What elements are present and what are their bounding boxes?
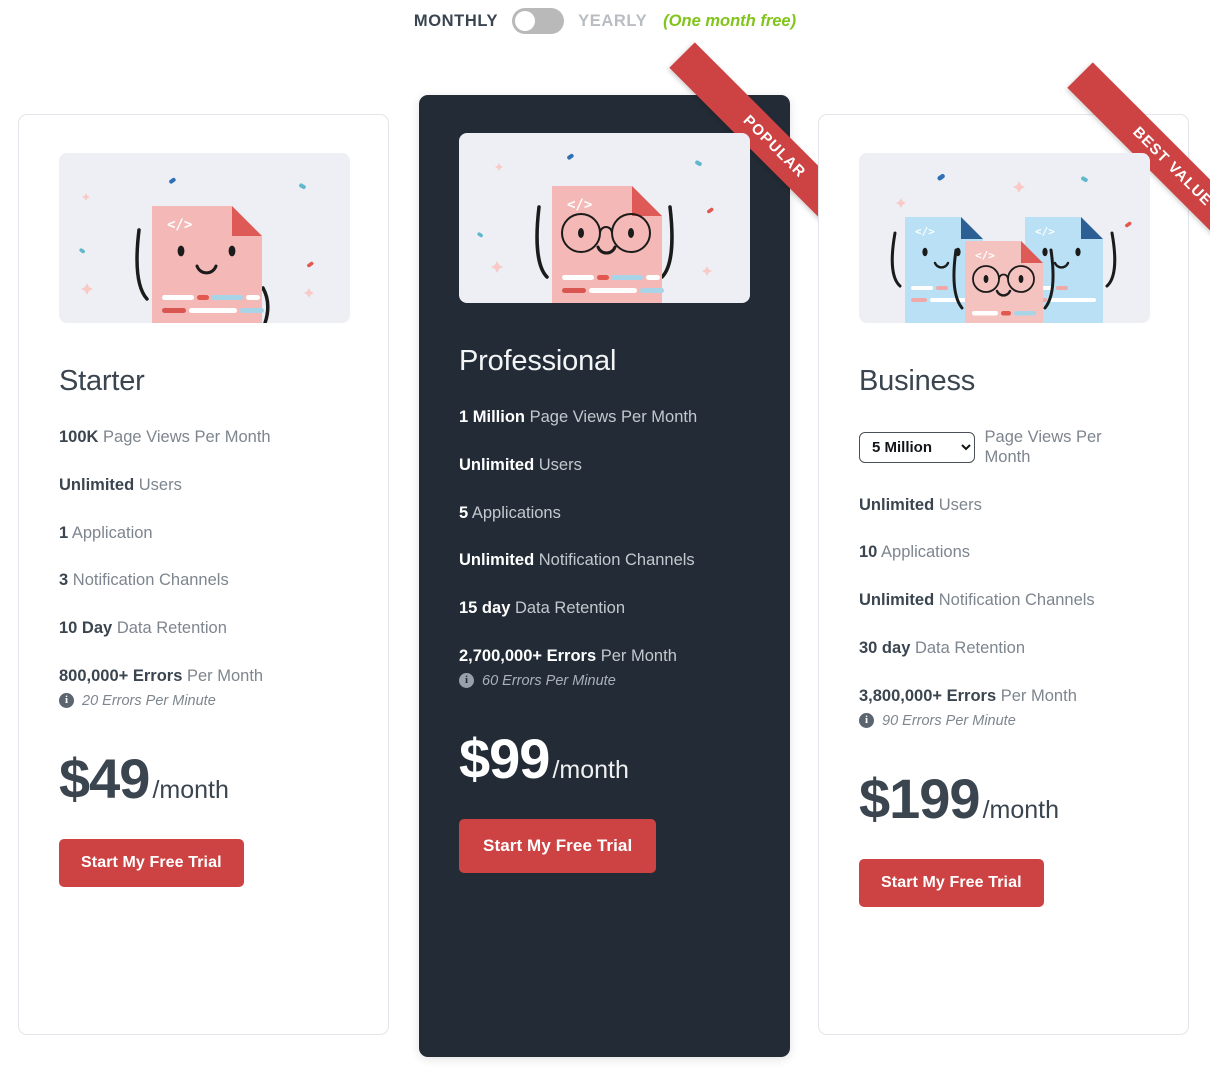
svg-text:</>: </> xyxy=(975,249,995,262)
feature-label: Page Views Per Month xyxy=(529,408,698,426)
feature-applications: 5 Applications xyxy=(459,504,750,524)
feature-label: Data Retention xyxy=(116,619,227,638)
errors-per-minute-note: i 60 Errors Per Minute xyxy=(459,673,750,689)
professional-illustration: </> xyxy=(459,133,750,303)
feature-users: Unlimited Users xyxy=(59,476,348,496)
pricing-card-starter: </> Starter 100K Page Views Per Month Un… xyxy=(18,114,389,1035)
feature-value: 3 xyxy=(59,571,69,590)
feature-value: Unlimited xyxy=(859,495,935,514)
feature-value: 3,800,000+ Errors xyxy=(859,686,997,705)
plan-name-professional: Professional xyxy=(459,345,617,377)
feature-value: 100K xyxy=(59,428,99,446)
feature-errors: 800,000+ Errors Per Month xyxy=(59,667,348,687)
info-icon: i xyxy=(59,693,74,709)
start-free-trial-button[interactable]: Start My Free Trial xyxy=(859,858,1044,907)
feature-label: Applications xyxy=(471,503,561,522)
svg-text:</>: </> xyxy=(167,217,192,233)
feature-value: 1 Million xyxy=(459,408,525,426)
feature-label: Per Month xyxy=(1000,686,1077,705)
feature-page-views: 100K Page Views Per Month xyxy=(59,428,348,448)
feature-list-business: 5 Million 10 Million 25 Million 50 Milli… xyxy=(859,428,1148,707)
pricing-page: MONTHLY YEARLY (One month free) </> Star… xyxy=(0,0,1210,1081)
price-period: /month xyxy=(552,755,629,784)
price-period: /month xyxy=(152,775,229,804)
feature-label: Per Month xyxy=(186,666,264,685)
feature-errors: 2,700,000+ Errors Per Month xyxy=(459,647,750,667)
errors-per-minute-note: i 20 Errors Per Minute xyxy=(59,693,348,709)
feature-users: Unlimited Users xyxy=(459,456,750,476)
feature-value: Unlimited xyxy=(859,591,935,610)
feature-value: 10 xyxy=(859,543,878,562)
errors-note-text: 20 Errors Per Minute xyxy=(82,692,216,709)
feature-value: 15 day xyxy=(459,599,511,618)
feature-value: Unlimited xyxy=(459,551,535,570)
feature-page-views: 5 Million 10 Million 25 Million 50 Milli… xyxy=(859,428,1148,468)
feature-applications: 10 Applications xyxy=(859,543,1148,563)
feature-label: Data Retention xyxy=(914,638,1026,657)
feature-label: Notification Channels xyxy=(938,591,1095,610)
price-business: $199 /month xyxy=(859,766,1148,830)
errors-per-minute-note: i 90 Errors Per Minute xyxy=(859,713,1148,729)
price-amount: $49 xyxy=(59,746,150,810)
price-professional: $99 /month xyxy=(459,726,750,790)
feature-value: 10 Day xyxy=(59,619,113,638)
feature-label: Users xyxy=(938,495,982,514)
pricing-card-business: BEST VALUE JS xyxy=(818,62,1210,1035)
feature-label: Page Views Per Month xyxy=(984,428,1102,466)
feature-label: Per Month xyxy=(600,646,677,665)
feature-users: Unlimited Users xyxy=(859,496,1148,516)
price-period: /month xyxy=(982,795,1060,824)
feature-list-professional: 1 Million Page Views Per Month Unlimited… xyxy=(459,408,750,667)
feature-label: Notification Channels xyxy=(538,551,695,570)
svg-text:</>: </> xyxy=(915,225,935,238)
feature-data-retention: 30 day Data Retention xyxy=(859,639,1148,659)
svg-text:</>: </> xyxy=(567,197,592,213)
feature-applications: 1 Application xyxy=(59,524,348,544)
pricing-cards: </> Starter 100K Page Views Per Month Un… xyxy=(0,0,1210,1081)
feature-label: Data Retention xyxy=(514,599,626,618)
feature-value: Unlimited xyxy=(59,475,135,494)
feature-page-views: 1 Million Page Views Per Month xyxy=(459,408,750,428)
feature-notification-channels: Unlimited Notification Channels xyxy=(459,551,750,571)
feature-label: Users xyxy=(138,475,182,494)
feature-value: 1 xyxy=(59,523,69,542)
feature-data-retention: 15 day Data Retention xyxy=(459,599,750,619)
feature-value: 30 day xyxy=(859,638,911,657)
feature-label: Notification Channels xyxy=(72,571,229,590)
start-free-trial-button[interactable]: Start My Free Trial xyxy=(59,838,244,887)
feature-value: Unlimited xyxy=(459,455,535,474)
feature-label: Application xyxy=(71,523,153,542)
business-illustration: JS </> xyxy=(859,153,1150,323)
feature-value: 5 xyxy=(459,503,469,522)
feature-value: 2,700,000+ Errors xyxy=(459,646,597,665)
start-free-trial-button[interactable]: Start My Free Trial xyxy=(459,818,657,873)
feature-list-starter: 100K Page Views Per Month Unlimited User… xyxy=(59,428,348,687)
plan-name-starter: Starter xyxy=(59,365,145,397)
errors-note-text: 60 Errors Per Minute xyxy=(482,672,616,689)
feature-notification-channels: Unlimited Notification Channels xyxy=(859,591,1148,611)
plan-name-business: Business xyxy=(859,365,976,397)
feature-label: Page Views Per Month xyxy=(103,428,271,446)
info-icon: i xyxy=(859,713,874,729)
starter-illustration: </> xyxy=(59,153,350,323)
price-amount: $199 xyxy=(859,766,981,830)
feature-notification-channels: 3 Notification Channels xyxy=(59,571,348,591)
price-amount: $99 xyxy=(459,726,550,790)
feature-errors: 3,800,000+ Errors Per Month xyxy=(859,687,1148,707)
feature-label: Users xyxy=(538,455,582,474)
feature-data-retention: 10 Day Data Retention xyxy=(59,619,348,639)
page-views-select[interactable]: 5 Million 10 Million 25 Million 50 Milli… xyxy=(859,432,975,464)
info-icon: i xyxy=(459,673,474,689)
feature-label: Applications xyxy=(881,543,971,562)
feature-value: 800,000+ Errors xyxy=(59,666,183,685)
price-starter: $49 /month xyxy=(59,746,348,810)
pricing-card-professional: POPULAR </> Professional 1 Million Page … xyxy=(419,42,879,1057)
errors-note-text: 90 Errors Per Minute xyxy=(882,712,1016,729)
svg-text:</>: </> xyxy=(1035,225,1055,238)
